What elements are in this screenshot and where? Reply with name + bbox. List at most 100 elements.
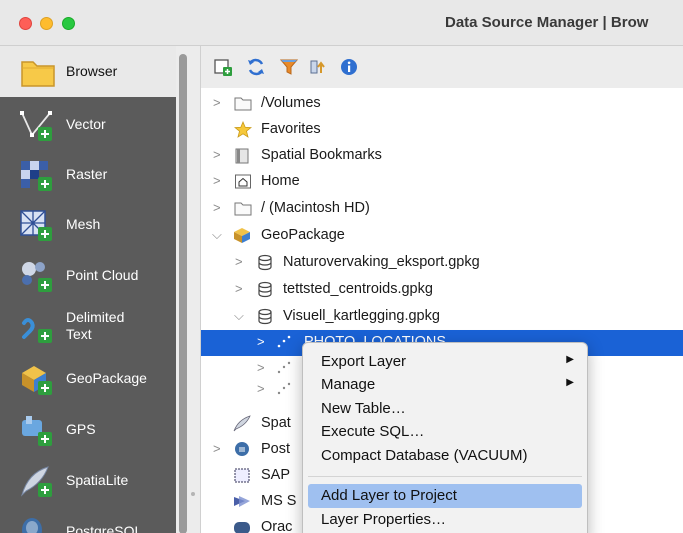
mssql-icon	[234, 496, 250, 507]
sidebar-item-gps[interactable]: GPS	[0, 404, 176, 455]
tree-item-label: Spatial Bookmarks	[261, 147, 382, 163]
expand-arrow-icon[interactable]: >	[235, 281, 243, 296]
sidebar-item-label: Raster	[66, 166, 108, 182]
point-layer-icon	[277, 335, 291, 348]
sidebar-item-vector[interactable]: Vector	[0, 99, 176, 150]
menu-item-label: Layer Properties…	[321, 511, 447, 528]
point-layer-icon	[277, 361, 291, 374]
window-title: Data Source Manager | Brow	[445, 14, 649, 31]
menu-item-execute-sql[interactable]: Execute SQL…	[308, 420, 582, 444]
tree-item-label: Visuell_kartlegging.gpkg	[283, 308, 440, 324]
scrollbar-thumb[interactable]	[179, 54, 187, 533]
browser-toolbar	[201, 46, 683, 88]
sap-icon	[234, 468, 250, 483]
add-selected-icon[interactable]	[213, 57, 233, 77]
sidebar-item-label: Point Cloud	[66, 267, 139, 283]
sidebar-item-browser[interactable]: Browser	[0, 46, 176, 97]
tree-item-label: / (Macintosh HD)	[261, 200, 370, 216]
elephant-icon	[235, 442, 249, 456]
tree-item-home[interactable]: > Home	[201, 169, 683, 195]
oracle-icon	[234, 522, 250, 533]
tree-item-label: MS S	[261, 493, 297, 509]
expand-arrow-icon[interactable]: >	[257, 360, 265, 375]
expand-arrow-icon[interactable]: >	[235, 254, 243, 269]
point-cloud-icon	[22, 262, 52, 292]
filter-icon[interactable]	[279, 57, 299, 77]
close-window-button[interactable]	[19, 17, 32, 30]
sidebar-item-label-line2: Text	[66, 326, 92, 342]
home-icon	[235, 174, 251, 189]
sidebar-item-label: Delimited Text	[66, 309, 124, 343]
menu-item-label: Compact Database (VACUUM)	[321, 447, 528, 464]
tree-item-geopackage[interactable]: ⌵ GeoPackage	[201, 223, 683, 249]
tree-item-label: tettsted_centroids.gpkg	[283, 281, 433, 297]
sidebar-item-postgresql[interactable]: PostgreSQL	[0, 506, 176, 533]
mesh-icon	[20, 210, 52, 241]
expand-arrow-icon[interactable]: >	[257, 381, 265, 396]
menu-item-new-table[interactable]: New Table…	[308, 397, 582, 421]
tree-item-label: Spat	[261, 415, 291, 431]
tree-item-label: GeoPackage	[261, 227, 345, 243]
refresh-icon[interactable]	[246, 57, 266, 77]
menu-item-manage[interactable]: Manage ▶	[308, 373, 582, 397]
folder-icon	[234, 202, 252, 216]
sidebar-item-point-cloud[interactable]: Point Cloud	[0, 250, 176, 301]
tree-item-gpkg[interactable]: ⌵ Visuell_kartlegging.gpkg	[201, 304, 683, 330]
feather-icon	[233, 415, 251, 432]
expand-arrow-icon[interactable]: >	[213, 200, 221, 215]
expand-arrow-icon[interactable]: >	[213, 95, 221, 110]
menu-separator	[308, 476, 582, 477]
collapse-arrow-icon[interactable]: ⌵	[212, 227, 222, 243]
bookmark-icon	[235, 148, 249, 164]
sidebar-item-label: Vector	[66, 116, 106, 132]
sidebar-item-delimited-text[interactable]: Delimited Text	[0, 301, 176, 352]
spatialite-icon	[21, 466, 52, 497]
expand-arrow-icon[interactable]: >	[213, 147, 221, 162]
expand-arrow-icon[interactable]: >	[257, 334, 265, 349]
tree-item-favorites[interactable]: Favorites	[201, 117, 683, 143]
database-icon	[258, 308, 272, 325]
menu-item-compact-database[interactable]: Compact Database (VACUUM)	[308, 444, 582, 468]
menu-item-export-layer[interactable]: Export Layer ▶	[308, 350, 582, 374]
geopackage-icon	[234, 228, 250, 243]
info-icon[interactable]	[339, 57, 359, 77]
submenu-arrow-icon: ▶	[566, 377, 574, 388]
sidebar-item-label: PostgreSQL	[66, 523, 143, 533]
tree-item-gpkg[interactable]: > Naturovervaking_eksport.gpkg	[201, 250, 683, 276]
tree-item-spatial-bookmarks[interactable]: > Spatial Bookmarks	[201, 143, 683, 169]
panel-splitter[interactable]	[176, 46, 200, 533]
sidebar-item-geopackage[interactable]: GeoPackage	[0, 353, 176, 404]
menu-item-layer-properties[interactable]: Layer Properties…	[308, 508, 582, 532]
tree-item-volumes[interactable]: > /Volumes	[201, 91, 683, 117]
tree-item-macintosh-hd[interactable]: > / (Macintosh HD)	[201, 196, 683, 222]
minimize-window-button[interactable]	[40, 17, 53, 30]
star-icon	[234, 121, 252, 138]
menu-item-label: Add Layer to Project	[321, 487, 457, 504]
folder-icon	[21, 61, 55, 87]
gps-icon	[22, 416, 52, 446]
sidebar-item-raster[interactable]: Raster	[0, 149, 176, 200]
expand-arrow-icon[interactable]: >	[213, 441, 221, 456]
postgresql-icon	[22, 518, 42, 533]
tree-item-gpkg[interactable]: > tettsted_centroids.gpkg	[201, 277, 683, 303]
menu-item-label: Execute SQL…	[321, 423, 425, 440]
sidebar-item-label-line1: Delimited	[66, 309, 125, 325]
delimited-text-icon	[22, 318, 52, 343]
folder-icon	[234, 97, 252, 111]
tree-item-label: Home	[261, 173, 300, 189]
sidebar-item-label: SpatiaLite	[66, 472, 129, 488]
tree-item-label: Favorites	[261, 121, 321, 137]
tree-item-label: Orac	[261, 519, 293, 533]
zoom-window-button[interactable]	[62, 17, 75, 30]
tree-item-label: Post	[261, 441, 291, 457]
database-icon	[258, 254, 272, 271]
sidebar-item-spatialite[interactable]: SpatiaLite	[0, 455, 176, 506]
expand-arrow-icon[interactable]: >	[213, 173, 221, 188]
menu-item-add-layer-to-project[interactable]: Add Layer to Project	[308, 484, 582, 508]
collapse-icon[interactable]	[308, 57, 328, 77]
tree-item-label: Naturovervaking_eksport.gpkg	[283, 254, 480, 270]
sidebar-item-mesh[interactable]: Mesh	[0, 199, 176, 250]
collapse-arrow-icon[interactable]: ⌵	[234, 308, 244, 324]
splitter-handle[interactable]	[191, 492, 195, 496]
raster-icon	[21, 161, 52, 191]
